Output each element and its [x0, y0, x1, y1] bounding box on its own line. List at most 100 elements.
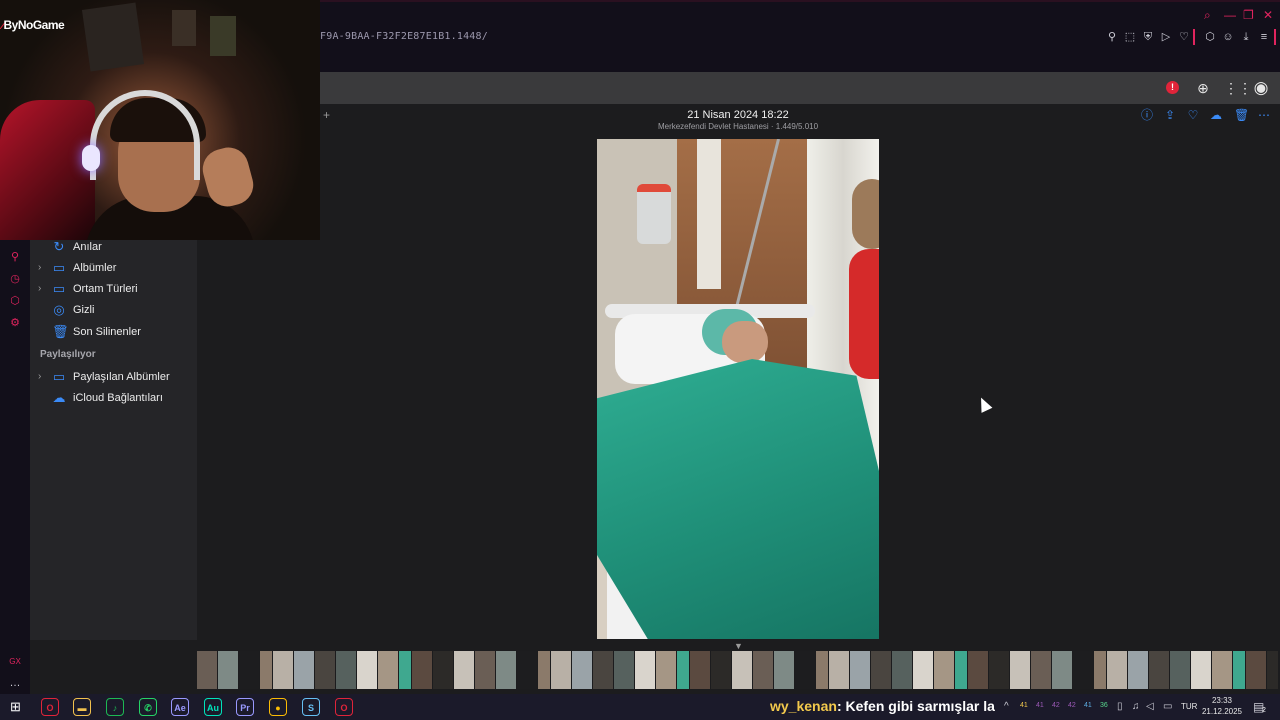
filmstrip-thumbnail[interactable]: [218, 651, 238, 689]
add-circle-icon[interactable]: ⊕: [1195, 80, 1211, 96]
filmstrip-thumbnail[interactable]: [1212, 651, 1232, 689]
sidebar-item-shared-albums[interactable]: › ▭ Paylaşılan Albümler: [30, 368, 197, 388]
filmstrip-thumbnail[interactable]: [816, 651, 828, 689]
filmstrip-thumbnail[interactable]: [517, 651, 537, 689]
filmstrip-thumbnail[interactable]: [774, 651, 794, 689]
filmstrip-thumbnail[interactable]: [593, 651, 613, 689]
sidebar-item-recently-deleted[interactable]: 🗑 Son Silinenler: [30, 323, 197, 343]
browser-search-icon[interactable]: ⌕: [1204, 8, 1211, 23]
tray-chevron-up-icon[interactable]: ^: [1004, 701, 1009, 712]
filmstrip-thumbnail[interactable]: [538, 651, 550, 689]
chevron-right-icon[interactable]: ›: [38, 371, 41, 382]
filmstrip-thumbnail[interactable]: [1052, 651, 1072, 689]
sidebar-item-memories[interactable]: ↻ Anılar: [30, 238, 197, 258]
pin-icon[interactable]: ⚲: [1106, 31, 1118, 43]
filmstrip-thumbnail[interactable]: [753, 651, 773, 689]
filmstrip-thumbnail[interactable]: [551, 651, 571, 689]
filmstrip-thumbnail[interactable]: [989, 651, 1009, 689]
filmstrip-thumbnail[interactable]: [1107, 651, 1127, 689]
taskbar-app-chrome[interactable]: ●: [269, 698, 287, 716]
filmstrip-thumbnail[interactable]: [850, 651, 870, 689]
filmstrip-thumbnail[interactable]: [1246, 651, 1266, 689]
filmstrip-thumbnail[interactable]: [934, 651, 954, 689]
taskbar-app-opera-gx-2[interactable]: O: [335, 698, 353, 716]
filmstrip-thumbnail[interactable]: [239, 651, 259, 689]
extensions-icon[interactable]: ⬡: [1204, 31, 1216, 43]
gx-corner-label[interactable]: GX: [9, 656, 21, 668]
filmstrip-thumbnail[interactable]: [294, 651, 314, 689]
filmstrip-thumbnail[interactable]: [357, 651, 377, 689]
taskbar-app-steam[interactable]: S: [302, 698, 320, 716]
filmstrip-thumbnail[interactable]: [197, 651, 217, 689]
download-icon[interactable]: ⤓: [1240, 31, 1252, 43]
filmstrip-thumbnail[interactable]: [1094, 651, 1106, 689]
play-icon[interactable]: ▷: [1160, 31, 1172, 43]
more-icon[interactable]: ⋯: [1257, 108, 1271, 122]
filmstrip-thumbnail[interactable]: [690, 651, 710, 689]
filmstrip-thumbnail[interactable]: [260, 651, 272, 689]
filmstrip-thumbnail[interactable]: [656, 651, 676, 689]
alert-badge[interactable]: !: [1166, 81, 1179, 94]
tray-volume-icon[interactable]: ◁: [1146, 701, 1154, 712]
tray-network-icon[interactable]: ▭: [1163, 701, 1172, 712]
sidebar-item-hidden[interactable]: ◎ Gizli: [30, 301, 197, 321]
history-icon[interactable]: ◷: [9, 273, 21, 285]
tray-mic-icon[interactable]: ♫: [1132, 701, 1140, 712]
filmstrip-thumbnail[interactable]: [795, 651, 815, 689]
filmstrip-thumbnail[interactable]: [635, 651, 655, 689]
info-icon[interactable]: ⓘ: [1140, 108, 1154, 122]
tray-phone-icon[interactable]: ▯: [1117, 701, 1123, 712]
sidebar-item-media-types[interactable]: › ▭ Ortam Türleri: [30, 280, 197, 300]
taskbar-app-after-effects[interactable]: Ae: [171, 698, 189, 716]
filmstrip-thumbnail[interactable]: [1031, 651, 1051, 689]
snapshot-icon[interactable]: ⬚: [1124, 31, 1136, 43]
delete-icon[interactable]: 🗑: [1234, 108, 1249, 122]
filmstrip-thumbnail[interactable]: [892, 651, 912, 689]
main-photo[interactable]: [597, 139, 879, 639]
close-icon[interactable]: ✕: [1263, 8, 1273, 22]
filmstrip-thumbnail[interactable]: [829, 651, 849, 689]
filmstrip-thumbnail[interactable]: [1128, 651, 1148, 689]
taskbar-app-audition[interactable]: Au: [204, 698, 222, 716]
more-sidebar-icon[interactable]: …: [9, 677, 21, 689]
download-cloud-icon[interactable]: ☁: [1209, 108, 1223, 122]
filmstrip-thumbnail[interactable]: [1170, 651, 1190, 689]
sidebar-item-albums[interactable]: › ▭ Albümler: [30, 259, 197, 279]
taskbar-app-opera-gx[interactable]: O: [41, 698, 59, 716]
taskbar-app-file-explorer[interactable]: ▬: [73, 698, 91, 716]
filmstrip-thumbnail[interactable]: [614, 651, 634, 689]
pin-sidebar-icon[interactable]: ⚲: [9, 251, 21, 263]
heart-icon[interactable]: ♡: [1178, 31, 1190, 43]
taskbar-app-whatsapp[interactable]: ✆: [139, 698, 157, 716]
filmstrip-thumbnail[interactable]: [1073, 651, 1093, 689]
filmstrip-thumbnail[interactable]: [871, 651, 891, 689]
tray-language[interactable]: TUR: [1181, 702, 1197, 711]
profile-icon[interactable]: ☺: [1222, 31, 1234, 43]
filmstrip-thumbnail[interactable]: [399, 651, 411, 689]
taskbar-app-premiere[interactable]: Pr: [236, 698, 254, 716]
add-button[interactable]: +: [323, 108, 330, 122]
filmstrip-thumbnail[interactable]: [732, 651, 752, 689]
filmstrip-thumbnail[interactable]: [475, 651, 495, 689]
favorite-icon[interactable]: ♡: [1186, 108, 1200, 122]
filmstrip-thumbnail[interactable]: [336, 651, 356, 689]
clock-time[interactable]: 23:33: [1204, 696, 1240, 705]
filmstrip-thumbnail[interactable]: [1191, 651, 1211, 689]
filmstrip-thumbnail[interactable]: [968, 651, 988, 689]
shield-icon[interactable]: ⛨: [1142, 31, 1154, 43]
menu-icon[interactable]: ≡: [1258, 31, 1270, 43]
filmstrip-thumbnail[interactable]: [433, 651, 453, 689]
windows-start-icon[interactable]: ⊞: [10, 699, 21, 715]
chevron-right-icon[interactable]: ›: [38, 283, 41, 294]
filmstrip-thumbnail[interactable]: [711, 651, 731, 689]
filmstrip-thumbnail[interactable]: [273, 651, 293, 689]
filmstrip-thumbnail[interactable]: [1149, 651, 1169, 689]
filmstrip-thumbnail[interactable]: [378, 651, 398, 689]
filmstrip-thumbnail[interactable]: [1233, 651, 1245, 689]
restore-icon[interactable]: ❐: [1243, 8, 1254, 22]
filmstrip-thumbnail[interactable]: [1267, 651, 1278, 689]
filmstrip-thumbnail[interactable]: [1010, 651, 1030, 689]
apps-grid-icon[interactable]: ⋮⋮: [1224, 80, 1252, 96]
address-bar-url[interactable]: F9A-9BAA-F32F2E87E1B1.1448/: [320, 31, 488, 42]
filmstrip-thumbnail[interactable]: [412, 651, 432, 689]
